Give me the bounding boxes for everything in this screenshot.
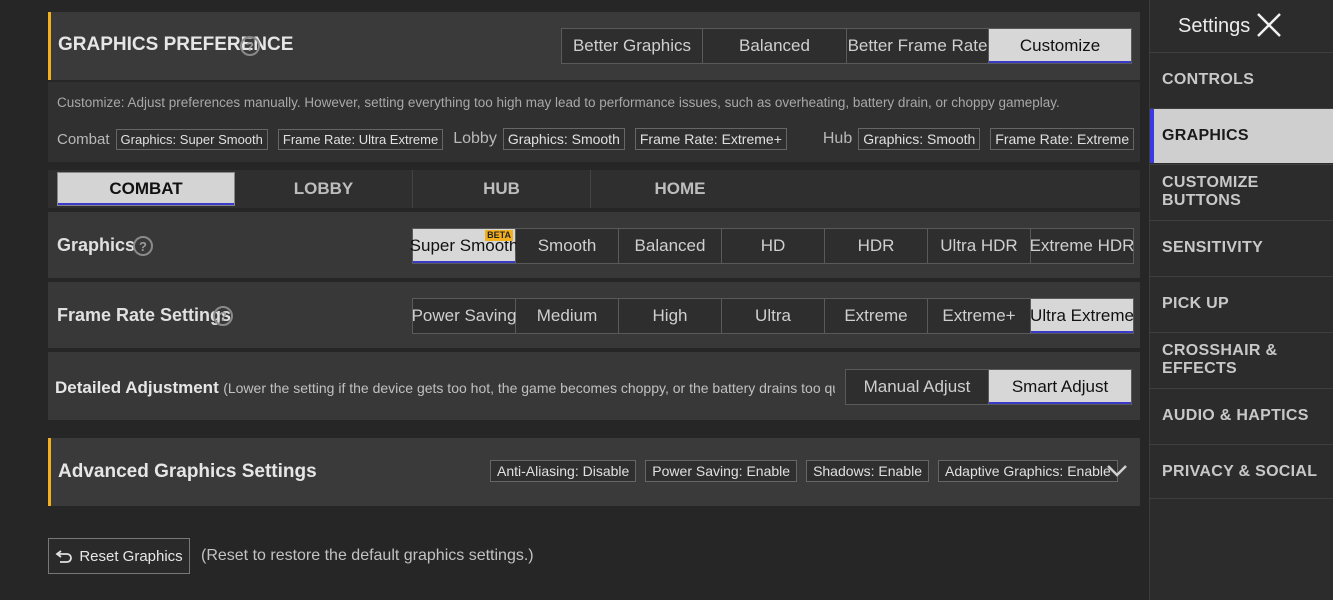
detailed-adjustment-note: (Lower the setting if the device gets to…	[223, 380, 835, 396]
advanced-chips: Anti-Aliasing: Disable Power Saving: Ena…	[490, 460, 1118, 482]
sidebar-item-crosshair-effects[interactable]: CROSSHAIR & EFFECTS	[1150, 332, 1333, 387]
fps-ultra-extreme[interactable]: Ultra Extreme	[1030, 299, 1134, 333]
accent-bar	[48, 438, 51, 506]
frame-rate-help-icon[interactable]: ?	[213, 306, 233, 326]
pref-customize[interactable]: Customize	[989, 29, 1131, 63]
graphics-hdr[interactable]: HDR	[825, 229, 928, 263]
summary-hub-frame: Frame Rate: Extreme	[990, 128, 1135, 150]
smart-adjust-button[interactable]: Smart Adjust	[989, 370, 1131, 404]
chip-anti-aliasing: Anti-Aliasing: Disable	[490, 460, 637, 482]
tab-lobby[interactable]: LOBBY	[235, 170, 413, 208]
graphics-smooth[interactable]: Smooth	[516, 229, 619, 263]
sidebar-title: Settings	[1178, 15, 1251, 37]
graphics-help-icon[interactable]: ?	[133, 236, 153, 256]
pref-better-frame-rate[interactable]: Better Frame Rate	[847, 29, 989, 63]
sidebar-item-sensitivity[interactable]: SENSITIVITY	[1150, 220, 1333, 275]
summary-combat-frame: Frame Rate: Ultra Extreme	[277, 128, 444, 150]
summary-lobby-label: Lobby	[453, 130, 497, 147]
pref-better-graphics[interactable]: Better Graphics	[562, 29, 703, 63]
beta-badge: BETA	[485, 230, 513, 241]
fps-extreme-plus[interactable]: Extreme+	[928, 299, 1031, 333]
frame-rate-selector: Power Saving Medium High Ultra Extreme E…	[412, 298, 1134, 334]
chip-power-saving: Power Saving: Enable	[645, 460, 798, 482]
reset-graphics-label: Reset Graphics	[79, 547, 183, 565]
graphics-row: Graphics ? Super Smooth BETA Smooth Bala…	[48, 212, 1140, 278]
accent-bar	[48, 12, 51, 80]
graphics-balanced[interactable]: Balanced	[619, 229, 722, 263]
frame-rate-label: Frame Rate Settings	[57, 305, 232, 325]
summary-row: Combat Graphics: Super Smooth Frame Rate…	[57, 128, 1135, 150]
customize-summary-panel: Customize: Adjust preferences manually. …	[48, 82, 1140, 162]
summary-hub-graphics: Graphics: Smooth	[858, 128, 981, 150]
mode-tabs: COMBAT LOBBY HUB HOME	[48, 170, 1140, 208]
sidebar-item-controls[interactable]: CONTROLS	[1150, 52, 1333, 107]
detailed-adjustment-row: Detailed Adjustment (Lower the setting i…	[48, 352, 1140, 420]
tab-home[interactable]: HOME	[591, 170, 769, 208]
reset-graphics-button[interactable]: Reset Graphics	[48, 538, 190, 574]
advanced-graphics-title: Advanced Graphics Settings	[58, 461, 317, 482]
summary-lobby-graphics: Graphics: Smooth	[502, 128, 625, 150]
chevron-down-icon[interactable]	[1106, 464, 1128, 478]
summary-hub-label: Hub	[822, 130, 853, 147]
graphics-super-smooth[interactable]: Super Smooth BETA	[410, 229, 518, 263]
sidebar-item-audio-haptics[interactable]: AUDIO & HAPTICS	[1150, 388, 1333, 443]
fps-power-saving[interactable]: Power Saving	[412, 299, 516, 333]
graphics-quality-selector: Super Smooth BETA Smooth Balanced HD HDR…	[410, 228, 1134, 264]
tab-combat[interactable]: COMBAT	[57, 172, 235, 206]
sidebar-item-pick-up[interactable]: PICK UP	[1150, 276, 1333, 331]
sidebar-item-privacy-social[interactable]: PRIVACY & SOCIAL	[1150, 444, 1333, 499]
tab-hub[interactable]: HUB	[413, 170, 591, 208]
graphics-label: Graphics	[57, 235, 136, 255]
summary-lobby-frame: Frame Rate: Extreme+	[634, 128, 787, 150]
manual-adjust-button[interactable]: Manual Adjust	[846, 370, 989, 404]
help-icon[interactable]: ?	[240, 36, 260, 56]
sidebar-item-graphics[interactable]: GRAPHICS	[1150, 108, 1333, 163]
graphics-preference-selector: Better Graphics Balanced Better Frame Ra…	[561, 28, 1132, 64]
chip-shadows: Shadows: Enable	[806, 460, 930, 482]
fps-medium[interactable]: Medium	[516, 299, 619, 333]
chip-adaptive-graphics: Adaptive Graphics: Enable	[938, 460, 1118, 482]
graphics-ultra-hdr[interactable]: Ultra HDR	[928, 229, 1031, 263]
fps-high[interactable]: High	[619, 299, 722, 333]
detailed-adjustment-text: Detailed Adjustment (Lower the setting i…	[55, 378, 835, 398]
advanced-graphics-panel[interactable]: Advanced Graphics Settings Anti-Aliasing…	[48, 438, 1140, 506]
sidebar-item-customize-buttons[interactable]: CUSTOMIZE BUTTONS	[1150, 164, 1333, 219]
graphics-preference-panel: GRAPHICS PREFERENCE ? Better Graphics Ba…	[48, 12, 1140, 80]
frame-rate-row: Frame Rate Settings ? Power Saving Mediu…	[48, 282, 1140, 348]
pref-balanced[interactable]: Balanced	[703, 29, 847, 63]
graphics-extreme-hdr[interactable]: Extreme HDR	[1030, 229, 1134, 263]
adjust-mode-selector: Manual Adjust Smart Adjust	[845, 369, 1132, 405]
reset-note: (Reset to restore the default graphics s…	[201, 547, 534, 564]
close-icon[interactable]	[1256, 12, 1282, 38]
customize-note: Customize: Adjust preferences manually. …	[57, 95, 1060, 110]
fps-ultra[interactable]: Ultra	[722, 299, 825, 333]
graphics-hd[interactable]: HD	[722, 229, 825, 263]
summary-combat-label: Combat	[57, 130, 110, 148]
fps-extreme[interactable]: Extreme	[825, 299, 928, 333]
settings-sidebar: Settings CONTROLS GRAPHICS CUSTOMIZE BUT…	[1149, 0, 1333, 600]
summary-combat-graphics: Graphics: Super Smooth	[115, 128, 268, 150]
detailed-adjustment-label: Detailed Adjustment	[55, 378, 219, 397]
reset-icon	[55, 550, 73, 563]
